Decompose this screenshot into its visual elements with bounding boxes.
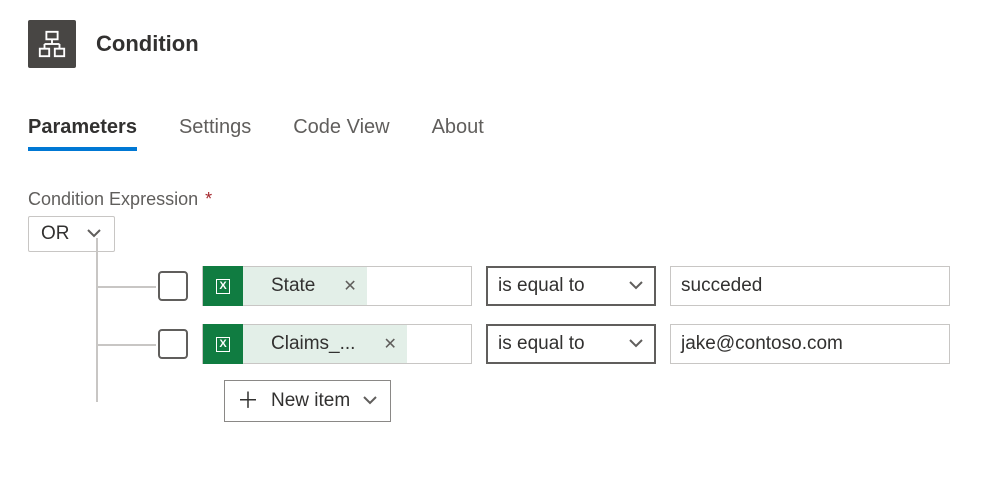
new-item-button[interactable]: ＋ New item <box>224 380 391 422</box>
condition-icon <box>28 20 76 68</box>
dynamic-token: X Claims_... ✕ <box>203 325 407 363</box>
value-input[interactable]: succeded <box>670 266 950 306</box>
operand-field[interactable]: X Claims_... ✕ <box>202 324 472 364</box>
field-label-text: Condition Expression <box>28 189 198 209</box>
new-item-label: New item <box>271 390 350 412</box>
condition-row: X State ✕ is equal to succeded <box>96 262 966 310</box>
required-asterisk: * <box>205 189 212 209</box>
value-text: jake@contoso.com <box>681 333 843 355</box>
excel-icon: X <box>203 266 243 306</box>
value-text: succeded <box>681 275 762 297</box>
tab-code-view[interactable]: Code View <box>293 116 389 151</box>
operator-value: is equal to <box>498 275 585 297</box>
row-checkbox[interactable] <box>158 329 188 359</box>
plus-icon: ＋ <box>237 390 259 412</box>
operator-select[interactable]: is equal to <box>486 324 656 364</box>
operator-select[interactable]: is equal to <box>486 266 656 306</box>
chevron-down-icon <box>362 390 378 412</box>
tab-strip: Parameters Settings Code View About <box>28 116 966 151</box>
chevron-down-icon <box>628 275 644 297</box>
tree-line-horizontal <box>96 286 156 288</box>
operator-value: is equal to <box>498 333 585 355</box>
remove-token-icon[interactable]: ✕ <box>333 276 366 296</box>
tab-settings[interactable]: Settings <box>179 116 251 151</box>
action-title: Condition <box>96 31 199 57</box>
operand-field[interactable]: X State ✕ <box>202 266 472 306</box>
tab-parameters[interactable]: Parameters <box>28 116 137 151</box>
token-label: State <box>243 275 333 297</box>
condition-expression: OR X State ✕ is equal to <box>28 216 966 422</box>
chevron-down-icon <box>628 333 644 355</box>
excel-icon: X <box>203 324 243 364</box>
condition-row: X Claims_... ✕ is equal to jake@contoso.… <box>96 320 966 368</box>
value-input[interactable]: jake@contoso.com <box>670 324 950 364</box>
group-operator-value: OR <box>41 223 70 245</box>
row-checkbox[interactable] <box>158 271 188 301</box>
token-label: Claims_... <box>243 333 373 355</box>
condition-rows: X State ✕ is equal to succeded <box>96 262 966 422</box>
tab-about[interactable]: About <box>432 116 484 151</box>
group-operator-select[interactable]: OR <box>28 216 115 252</box>
tree-line-horizontal <box>96 344 156 346</box>
dynamic-token: X State ✕ <box>203 267 367 305</box>
chevron-down-icon <box>86 223 102 245</box>
action-header: Condition <box>28 20 966 68</box>
condition-expression-label: Condition Expression * <box>28 189 966 210</box>
remove-token-icon[interactable]: ✕ <box>373 334 406 354</box>
